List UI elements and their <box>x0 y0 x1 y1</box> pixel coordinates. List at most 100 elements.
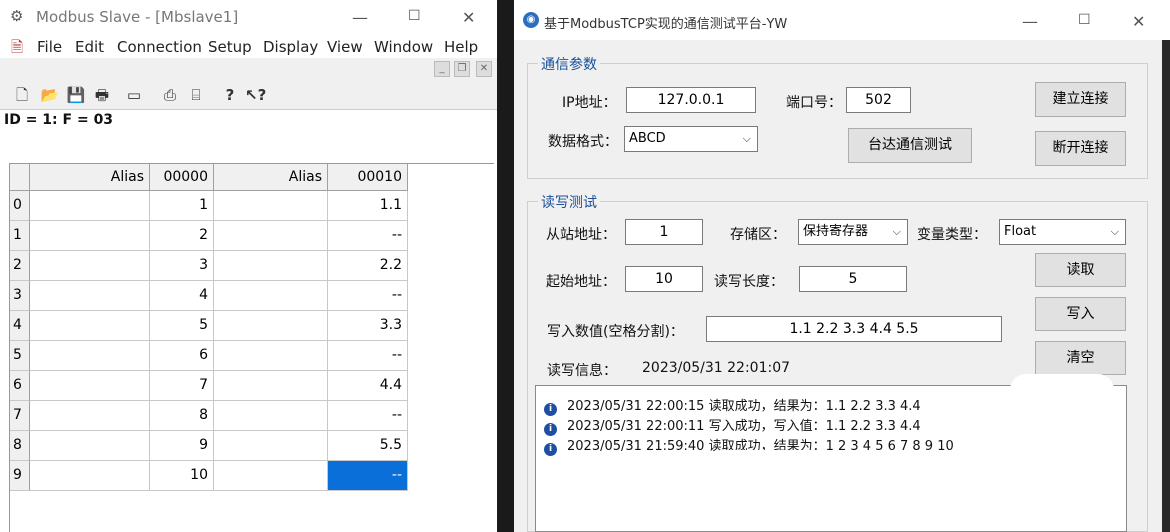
register-table: Alias 00000 Alias 00010 0 1 1.1 1 2 -- 2 3 2.2 3 4… <box>9 163 494 532</box>
menu-help[interactable]: Help <box>444 38 478 56</box>
value-cell[interactable]: -- <box>328 221 408 251</box>
menu-view[interactable]: View <box>327 38 363 56</box>
menu-connection[interactable]: Connection <box>117 38 202 56</box>
alias-cell[interactable] <box>214 341 328 371</box>
value-cell[interactable]: 3.3 <box>328 311 408 341</box>
row-header: 7 <box>10 401 30 431</box>
value-cell[interactable]: 1.1 <box>328 191 408 221</box>
length-label: 读写长度： <box>714 274 784 290</box>
value-cell[interactable]: 9 <box>150 431 214 461</box>
alias-cell[interactable] <box>30 281 150 311</box>
start-address-input[interactable]: 10 <box>625 266 703 292</box>
log-line: i 2023/05/31 22:00:15 读取成功，结果为：1.1 2.2 3.… <box>544 395 921 416</box>
value-cell[interactable]: -- <box>328 461 408 491</box>
chevron-down-icon: ⌵ <box>742 132 751 145</box>
alias-cell[interactable] <box>214 251 328 281</box>
info-icon: i <box>544 443 557 456</box>
rw-info-value: 2023/05/31 22:01:07 <box>642 360 791 376</box>
value-cell[interactable]: 4 <box>150 281 214 311</box>
ip-input[interactable]: 127.0.0.1 <box>626 87 756 113</box>
value-cell[interactable]: -- <box>328 341 408 371</box>
open-icon[interactable]: 📂 <box>40 85 60 105</box>
storage-select[interactable]: 保持寄存器 ⌵ <box>798 219 908 245</box>
row-header: 8 <box>10 431 30 461</box>
port-input[interactable]: 502 <box>846 87 911 113</box>
disconnect-button[interactable]: 断开连接 <box>1035 131 1126 166</box>
app-icon: ⚙ <box>10 7 24 25</box>
corner-cell <box>10 164 30 191</box>
delta-test-button[interactable]: 台达通信测试 <box>848 128 972 163</box>
alias-cell[interactable] <box>30 221 150 251</box>
title-bar: ⚙ Modbus Slave - [Mbslave1] — ☐ ✕ <box>0 0 497 34</box>
chevron-down-icon: ⌵ <box>892 225 901 238</box>
read-button[interactable]: 读取 <box>1035 253 1126 287</box>
clear-button[interactable]: 清空 <box>1035 341 1126 375</box>
print-icon[interactable]: 🖶 <box>92 85 112 105</box>
alias-cell[interactable] <box>30 191 150 221</box>
length-input[interactable]: 5 <box>799 266 907 292</box>
menu-window[interactable]: Window <box>374 38 433 56</box>
var-type-select[interactable]: Float ⌵ <box>999 219 1126 245</box>
storage-value: 保持寄存器 <box>803 224 869 239</box>
close-icon[interactable]: ✕ <box>1132 12 1145 31</box>
value-cell[interactable]: -- <box>328 281 408 311</box>
alias-cell[interactable] <box>214 461 328 491</box>
value-cell[interactable]: -- <box>328 401 408 431</box>
minimize-icon[interactable]: — <box>1022 12 1038 31</box>
column-header: Alias <box>214 164 328 191</box>
alias-cell[interactable] <box>214 191 328 221</box>
window-icon[interactable]: ▭ <box>124 85 144 105</box>
minimize-icon[interactable]: — <box>352 8 368 27</box>
alias-cell[interactable] <box>30 311 150 341</box>
mdi-minimize-icon[interactable]: _ <box>434 61 450 77</box>
value-cell[interactable]: 2 <box>150 221 214 251</box>
value-cell[interactable]: 4.4 <box>328 371 408 401</box>
alias-cell[interactable] <box>30 431 150 461</box>
column-header: 00000 <box>150 164 214 191</box>
alias-cell[interactable] <box>30 401 150 431</box>
disconnect-icon[interactable]: ⌸ <box>186 85 206 105</box>
value-cell[interactable]: 6 <box>150 341 214 371</box>
format-select[interactable]: ABCD ⌵ <box>624 126 758 152</box>
alias-cell[interactable] <box>214 401 328 431</box>
rw-test-label: 读写测试 <box>538 192 600 212</box>
alias-cell[interactable] <box>30 341 150 371</box>
alias-cell[interactable] <box>214 221 328 251</box>
alias-cell[interactable] <box>30 461 150 491</box>
write-button[interactable]: 写入 <box>1035 297 1126 331</box>
value-cell[interactable]: 10 <box>150 461 214 491</box>
mdi-restore-icon[interactable]: ❐ <box>454 61 470 77</box>
maximize-icon[interactable]: ☐ <box>1078 12 1091 28</box>
value-cell[interactable]: 1 <box>150 191 214 221</box>
app-icon: ◉ <box>523 12 539 28</box>
context-help-icon[interactable]: ↖? <box>245 85 266 105</box>
menu-edit[interactable]: Edit <box>75 38 104 56</box>
connect-button[interactable]: 建立连接 <box>1035 82 1126 117</box>
help-icon[interactable]: ? <box>220 85 240 105</box>
write-values-input[interactable]: 1.1 2.2 3.3 4.4 5.5 <box>706 316 1002 342</box>
modbus-slave-window: ⚙ Modbus Slave - [Mbslave1] — ☐ ✕ 🗎 File… <box>0 0 497 532</box>
maximize-icon[interactable]: ☐ <box>408 8 421 24</box>
connect-icon[interactable]: ⎙ <box>160 85 180 105</box>
value-cell[interactable]: 8 <box>150 401 214 431</box>
save-icon[interactable]: 💾 <box>66 85 86 105</box>
alias-cell[interactable] <box>214 311 328 341</box>
value-cell[interactable]: 5 <box>150 311 214 341</box>
close-icon[interactable]: ✕ <box>462 8 475 27</box>
value-cell[interactable]: 3 <box>150 251 214 281</box>
column-header: Alias <box>30 164 150 191</box>
value-cell[interactable]: 7 <box>150 371 214 401</box>
menu-display[interactable]: Display <box>263 38 318 56</box>
alias-cell[interactable] <box>30 371 150 401</box>
menu-file[interactable]: File <box>37 38 62 56</box>
alias-cell[interactable] <box>214 431 328 461</box>
new-icon[interactable]: 🗋 <box>12 85 32 105</box>
value-cell[interactable]: 2.2 <box>328 251 408 281</box>
alias-cell[interactable] <box>30 251 150 281</box>
alias-cell[interactable] <box>214 371 328 401</box>
slave-address-input[interactable]: 1 <box>625 219 703 245</box>
value-cell[interactable]: 5.5 <box>328 431 408 461</box>
menu-setup[interactable]: Setup <box>208 38 252 56</box>
mdi-close-icon[interactable]: ✕ <box>476 61 492 77</box>
alias-cell[interactable] <box>214 281 328 311</box>
